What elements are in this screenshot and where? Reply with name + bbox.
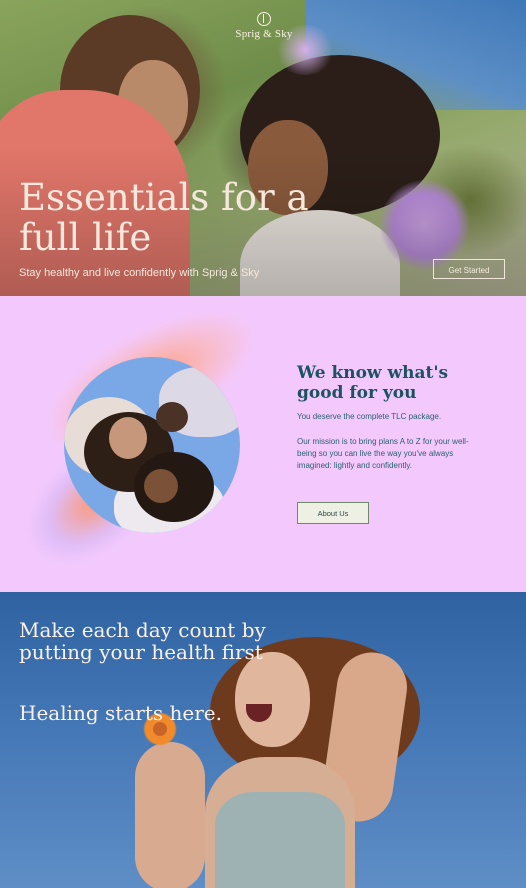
about-section: We know what's good for you You deserve … <box>0 296 526 592</box>
landing-page: Sprig & Sky Essentials for a full life S… <box>0 0 526 888</box>
photo-shape <box>109 417 147 459</box>
get-started-button[interactable]: Get Started <box>433 259 505 279</box>
sprig-leaf-icon <box>257 12 271 26</box>
about-us-button[interactable]: About Us <box>297 502 369 524</box>
motto-heading: Make each day count by putting your heal… <box>19 618 266 664</box>
brand-name: Sprig & Sky <box>235 28 293 40</box>
motto-photo-face <box>235 652 310 747</box>
photo-shape <box>156 402 188 432</box>
about-paragraph-2: Our mission is to bring plans A to Z for… <box>297 437 469 470</box>
motto-photo-dress <box>215 792 345 888</box>
hero-subtitle: Stay healthy and live confidently with S… <box>19 267 260 279</box>
motto-photo-arm-2 <box>135 742 205 888</box>
hero-title: Essentials for a full life <box>19 176 309 259</box>
about-heading: We know what's good for you <box>297 363 449 403</box>
photo-shape <box>144 469 178 503</box>
about-paragraph-1: You deserve the complete TLC package. <box>297 412 442 421</box>
friends-circle-photo <box>64 357 240 533</box>
brand-logo[interactable]: Sprig & Sky <box>229 12 299 40</box>
hero-section: Sprig & Sky Essentials for a full life S… <box>0 0 526 296</box>
motto-section: Make each day count by putting your heal… <box>0 592 526 888</box>
motto-subheading: Healing starts here. <box>19 701 222 725</box>
